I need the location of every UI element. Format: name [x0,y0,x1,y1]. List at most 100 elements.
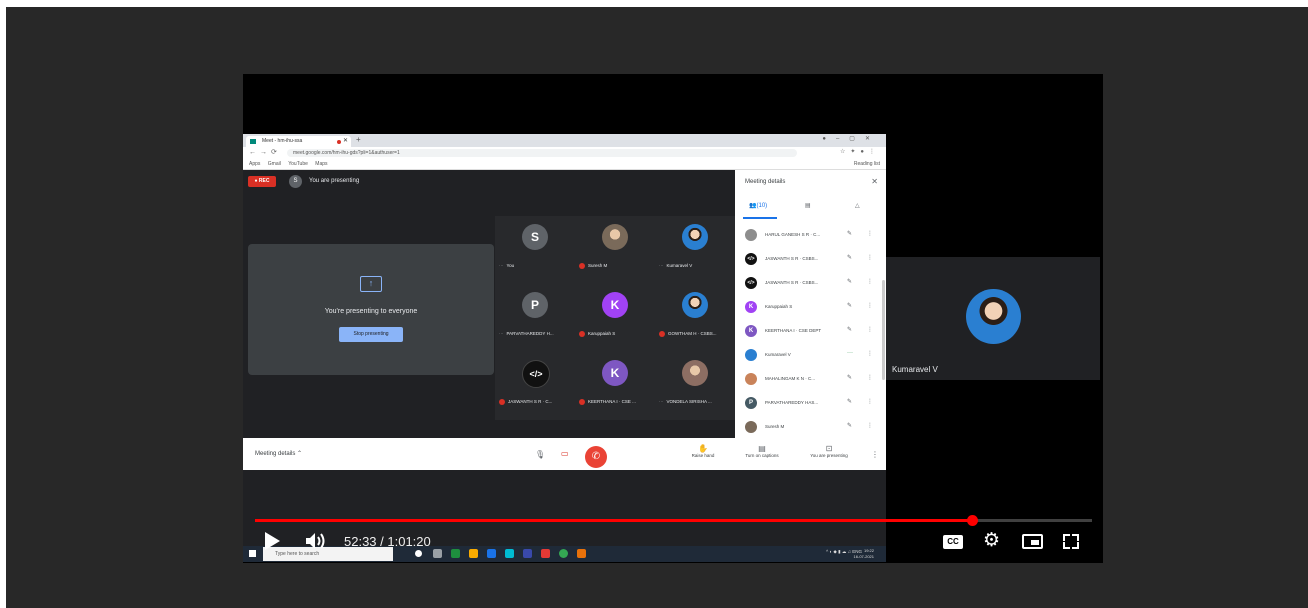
app-icon [505,549,514,558]
panel-title: Meeting details [745,179,786,185]
address-bar: ←→⟳ meet.google.com/hm-ihu-gds?pli=1&aut… [243,147,886,159]
participant-row-name: MAHALINGAM K N · C... [765,376,816,381]
mic-off-icon: ✎ [847,327,853,333]
stop-presenting-button: Stop presenting [339,327,403,342]
participant-avatar: </> [522,360,550,388]
participant-row-avatar: </> [745,253,757,265]
participant-row-avatar [745,349,757,361]
participant-name: Suresh M [579,263,653,269]
more-icon: ⋮ [867,351,873,357]
url-field: meet.google.com/hm-ihu-gds?pli=1&authuse… [287,149,797,157]
time-display: 52:33 / 1:01:20 [344,534,431,549]
hangup-icon: ✆ [585,446,607,468]
fullscreen-icon-corner [1072,534,1079,541]
present-icon: ⊡ [825,444,833,453]
participant-row-name: Suresh M [765,424,785,429]
tab-title: Meet - hm-ihu-ssa [262,138,303,144]
participant-row: </> JASWANTH S R · CSBS... ✎ ⋮ [745,274,875,292]
activities-tab-icon: △ [855,203,860,209]
office-icon [541,549,550,558]
more-icon: ⋮ [867,255,873,261]
participant-row-name: HARUL GANESH S R · C... [765,232,821,237]
bookmarks-bar: Apps Gmail YouTube Maps Reading list [243,159,886,170]
participant-row-name: JASWANTH S R · CSBS... [765,280,819,285]
participant-tile: </> JASWANTH S R · C... [495,352,575,420]
video-player[interactable]: Meet - hm-ihu-ssa ✕ + ●–▢✕ ←→⟳ meet.goog… [243,74,1103,563]
settings-gear-icon[interactable]: ⚙ [983,530,1000,552]
firefox-icon [577,549,586,558]
bookmark-maps: Maps [315,161,328,167]
hand-icon: ✋ [698,444,708,453]
participant-avatar: S [522,224,548,250]
camera-off-icon: ▭ [561,449,569,458]
progress-fill [255,519,973,522]
browser-tab: Meet - hm-ihu-ssa ✕ [246,136,351,147]
volume-icon [306,533,325,549]
participant-avatar [682,224,708,250]
miniplayer-icon [1031,540,1039,545]
fullscreen-icon-corner [1063,542,1070,549]
meeting-details-panel: Meeting details ✕ 👥(10) ▤ △ HARUL GANESH… [735,170,886,438]
task-view-icon [433,549,442,558]
speaker-avatar [966,289,1021,344]
participant-avatar [682,360,708,386]
taskbar-clock: 19:22 16-07-2021 [853,548,874,559]
participant-row-avatar [745,229,757,241]
participant-name: JASWANTH S R · C... [499,399,573,405]
participant-name: ··· You [499,263,515,268]
presenting-card: ↑ You're presenting to everyone Stop pre… [248,244,494,375]
participant-row-name: JASWANTH S R · CSBS... [765,256,819,261]
participant-row-avatar: K [745,325,757,337]
cortana-icon [415,550,422,557]
mic-off-icon: ✎ [847,423,853,429]
tab-close-icon: ✕ [342,138,348,144]
participant-tile: Suresh M [575,216,655,284]
fullscreen-button[interactable] [1063,534,1079,549]
progress-scrubber[interactable] [967,515,979,526]
participant-tile: ··· Kumaravel V [655,216,735,284]
participant-tile: GOWTHAM H · CSBS... [655,284,735,352]
participant-grid: S ··· You Suresh M ··· Kumaravel V P ··· PA… [495,216,735,420]
fullscreen-icon-corner [1072,542,1079,549]
mic-off-icon: ✎ [847,255,853,261]
active-tab-underline [743,217,777,219]
mic-off-icon: ✎ [847,375,853,381]
fullscreen-icon [1063,534,1070,541]
participant-tile: ··· VONDELA SIRISHA ... [655,352,735,420]
participant-row-name: KEERTHANA I · CSE DEPT [765,328,822,333]
captions-control: ▤ Turn on captions [737,444,787,458]
participant-avatar: K [602,292,628,318]
volume-button[interactable] [305,532,327,550]
speaker-tile: Kumaravel V [886,257,1100,380]
presenting-label: You are presenting [309,178,360,184]
participant-name: Karuppaiah S [579,331,653,337]
participant-row: </> JASWANTH S R · CSBS... ✎ ⋮ [745,250,875,268]
miniplayer-button[interactable] [1022,534,1043,549]
windows-start-icon [249,550,256,557]
participant-row-name: Karuppaiah S [765,304,793,309]
captions-icon: ▤ [758,444,766,453]
windows-taskbar: Type here to search ^ ◐ ◆ ▮ ☁ ♫ ENG 19:2… [243,546,886,562]
taskbar-search: Type here to search [263,547,393,561]
more-icon: ⋮ [867,423,873,429]
participant-tile: K KEERTHANA I · CSE ... [575,352,655,420]
participant-tile: K Karuppaiah S [575,284,655,352]
participant-tile: S ··· You [495,216,575,284]
meet-control-bar: Meeting details ⌃ 🎙 ▭ ✆ ✋ Raise hand ▤ Tur… [243,438,886,470]
bookmark-gmail: Gmail [267,161,281,167]
address-bar-icons: ☆✦●⋮ [839,149,880,155]
play-button[interactable] [265,532,280,550]
present-screen-icon: ↑ [360,276,382,292]
progress-bar[interactable] [255,515,1092,526]
speaker-name: Kumaravel V [892,365,938,374]
mic-off-icon: ✎ [847,399,853,405]
participant-tile: P ··· PARVATHAREDDY H... [495,284,575,352]
participant-row-avatar [745,373,757,385]
rec-badge: ● REC [248,176,276,187]
captions-button[interactable]: CC [943,535,963,549]
bookmark-youtube: YouTube [288,161,308,167]
participant-avatar: P [522,292,548,318]
participant-row-avatar: K [745,301,757,313]
store-icon [487,549,496,558]
more-icon: ⋮ [867,279,873,285]
